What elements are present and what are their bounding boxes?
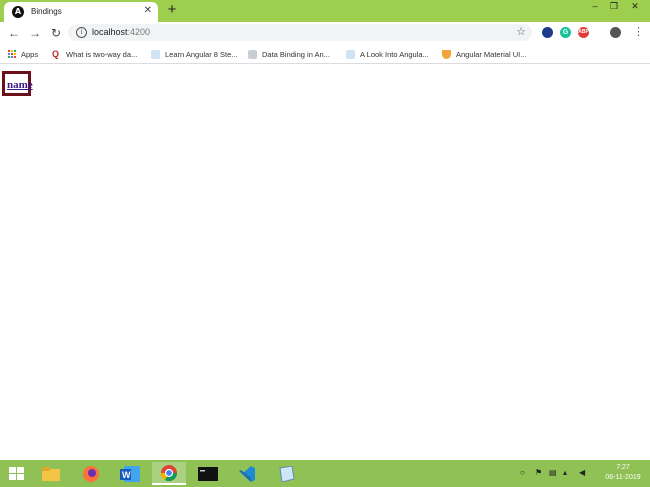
new-tab-button[interactable]: + — [164, 2, 180, 18]
quora-icon: Q — [52, 48, 60, 59]
windows-start-icon[interactable] — [9, 467, 24, 481]
bookmark-item[interactable]: Data Binding in An... — [248, 48, 330, 60]
page-icon — [248, 49, 257, 59]
site-info-icon[interactable]: i — [76, 27, 87, 38]
profile-avatar-icon[interactable] — [610, 27, 621, 38]
bookmark-star-icon[interactable]: ☆ — [516, 25, 526, 38]
address-bar[interactable]: i localhost:4200 ☆ — [68, 24, 532, 41]
grammarly-icon[interactable]: G — [560, 27, 571, 38]
taskbar-clock[interactable]: 7:27 06-11-2019 — [600, 463, 646, 483]
bookmark-apps[interactable]: Apps — [8, 48, 38, 60]
bookmark-item[interactable]: Q What is two-way da... — [52, 48, 137, 60]
notes-icon[interactable] — [269, 462, 303, 485]
url-host: localhost — [92, 27, 128, 37]
angular-favicon-icon: A — [12, 6, 24, 18]
minimize-button[interactable]: – — [586, 1, 604, 15]
close-window-button[interactable]: ✕ — [626, 1, 644, 15]
windows-taskbar: W ○ ⚑ ▤ ▴ ◀ 7:27 06-11-2019 — [0, 460, 650, 487]
tab-bindings[interactable]: A Bindings ✕ — [4, 2, 158, 22]
firefox-icon[interactable] — [74, 462, 108, 485]
restore-button[interactable]: ❐ — [605, 1, 623, 15]
close-tab-icon[interactable]: ✕ — [144, 5, 152, 16]
page-icon — [346, 49, 355, 59]
cmd-icon[interactable] — [191, 462, 225, 485]
tab-title: Bindings — [31, 7, 62, 16]
adblock-icon[interactable]: ABP — [578, 27, 589, 38]
bookmark-label: Data Binding in An... — [262, 49, 330, 59]
clock-date: 06-11-2019 — [605, 474, 641, 481]
tab-strip: A Bindings ✕ + – ❐ ✕ — [0, 0, 650, 22]
bookmark-label: Angular Material UI... — [456, 49, 527, 59]
apps-grid-icon — [8, 50, 16, 58]
tray-network-icon[interactable]: ▤ — [549, 468, 557, 477]
forward-arrow-icon[interactable]: → — [27, 25, 43, 41]
tray-circle-icon[interactable]: ○ — [520, 468, 525, 477]
bookmark-item[interactable]: A Look Into Angula... — [346, 48, 429, 60]
chrome-icon[interactable] — [152, 462, 186, 485]
page-content: name — [0, 64, 650, 460]
tray-wifi-icon[interactable]: ▴ — [563, 468, 567, 477]
bookmark-item[interactable]: Learn Angular 8 Ste... — [151, 48, 238, 60]
bookmark-label: A Look Into Angula... — [360, 49, 429, 59]
shield-icon — [442, 49, 451, 59]
bookmark-label: What is two-way da... — [66, 49, 138, 59]
clock-time: 7:27 — [616, 464, 630, 471]
extension-icon[interactable] — [542, 27, 553, 38]
bookmark-label: Apps — [21, 49, 39, 59]
bookmark-item[interactable]: Angular Material UI... — [442, 48, 526, 60]
reload-icon[interactable]: ↻ — [48, 25, 64, 41]
back-arrow-icon[interactable]: ← — [6, 25, 22, 41]
browser-toolbar: ← → ↻ i localhost:4200 ☆ G ABP ⋮ — [0, 22, 650, 43]
name-link[interactable]: name — [7, 79, 33, 91]
name-link-box: name — [2, 71, 33, 96]
browser-menu-icon[interactable]: ⋮ — [633, 25, 644, 38]
word-icon[interactable]: W — [113, 462, 147, 485]
tray-volume-icon[interactable]: ◀ — [579, 468, 585, 477]
address-url[interactable]: localhost:4200 — [92, 27, 150, 37]
url-port: :4200 — [127, 27, 151, 37]
file-explorer-icon[interactable] — [34, 462, 68, 485]
bookmark-label: Learn Angular 8 Ste... — [165, 49, 238, 59]
bookmarks-bar: Apps Q What is two-way da... Learn Angul… — [0, 43, 650, 64]
tray-flag-icon[interactable]: ⚑ — [535, 468, 542, 477]
vscode-icon[interactable] — [230, 462, 264, 485]
page-icon — [151, 49, 160, 59]
svg-text:W: W — [122, 470, 131, 480]
